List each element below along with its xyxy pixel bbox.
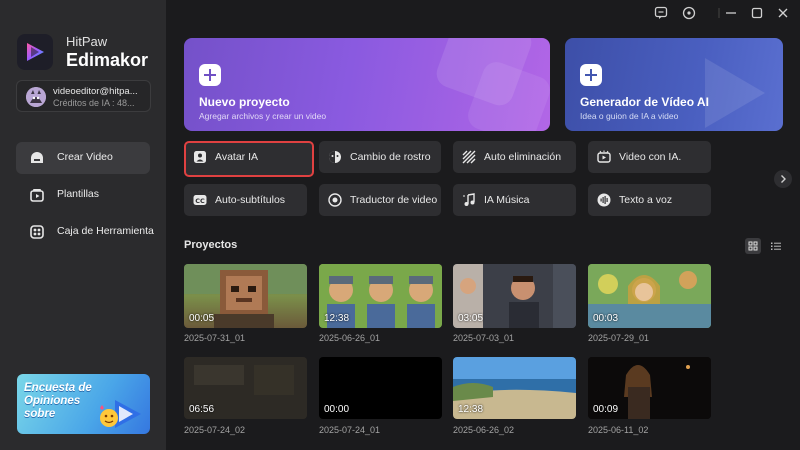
- scroll-right-button[interactable]: [774, 170, 792, 188]
- projects-title: Proyectos: [184, 239, 238, 251]
- create-video-icon: [31, 152, 43, 163]
- tool-video-translator[interactable]: Traductor de video: [319, 184, 441, 216]
- tool-face-swap[interactable]: Cambio de rostro: [319, 141, 441, 173]
- tool-label: Auto eliminación: [484, 151, 562, 163]
- tool-auto-remove[interactable]: Auto eliminación: [453, 141, 576, 173]
- project-duration: 06:56: [189, 404, 215, 415]
- play-shape-icon: [705, 58, 765, 128]
- project-duration: 03:05: [458, 313, 484, 324]
- avatar: [26, 87, 46, 107]
- project-date: 2025-06-11_02: [588, 425, 649, 435]
- tool-ai-video[interactable]: Video con IA.: [588, 141, 711, 173]
- tool-label: Cambio de rostro: [350, 151, 431, 163]
- add-icon: [199, 64, 221, 86]
- tool-label: IA Música: [484, 194, 530, 206]
- project-thumbnail[interactable]: 00:00: [319, 357, 442, 419]
- tool-ai-music[interactable]: IA Música: [453, 184, 576, 216]
- project-date: 2025-07-24_01: [319, 425, 381, 435]
- project-thumbnail[interactable]: 03:05: [453, 264, 576, 328]
- new-project-subtitle: Agregar archivos y crear un video: [199, 111, 327, 121]
- account-email: videoeditor@hitpa...: [53, 86, 138, 97]
- project-thumbnail[interactable]: 06:56: [184, 357, 307, 419]
- tool-auto-subtitles[interactable]: CC Auto-subtítulos: [184, 184, 307, 216]
- nav-label: Crear Video: [57, 151, 113, 163]
- cc-icon: CC: [193, 195, 207, 205]
- survey-banner[interactable]: Encuesta de Opiniones sobre: [17, 374, 150, 434]
- decorative-shape-icon: [436, 38, 550, 131]
- nav-item-templates[interactable]: Plantillas: [16, 179, 150, 211]
- project-duration: 00:09: [593, 404, 619, 415]
- project-duration: 12:38: [324, 313, 350, 324]
- toolbox-icon: [30, 225, 44, 239]
- nav-label: Caja de Herramienta: [57, 225, 154, 237]
- project-duration: 00:00: [324, 404, 350, 415]
- music-icon: [463, 193, 475, 206]
- project-thumbnail[interactable]: 12:38: [319, 264, 442, 328]
- auto-remove-icon: [462, 150, 476, 164]
- add-icon: [580, 64, 602, 86]
- project-thumbnail[interactable]: 00:09: [588, 357, 711, 419]
- face-swap-icon: [329, 151, 341, 163]
- project-date: 2025-06-26_01: [319, 333, 381, 343]
- brand-name-line1: HitPaw: [66, 34, 108, 49]
- nav-item-toolbox[interactable]: Caja de Herramienta: [16, 216, 154, 248]
- feedback-icon[interactable]: [654, 6, 668, 20]
- project-duration: 00:05: [189, 313, 215, 324]
- nav-label: Plantillas: [57, 188, 100, 200]
- project-thumbnail[interactable]: 00:03: [588, 264, 711, 328]
- project-thumbnail[interactable]: 12:38: [453, 357, 576, 419]
- templates-icon: [30, 189, 44, 202]
- list-view-button[interactable]: [768, 238, 784, 254]
- new-project-title: Nuevo proyecto: [199, 95, 290, 109]
- minimize-icon[interactable]: [724, 6, 738, 20]
- nav-item-create-video[interactable]: Crear Video: [16, 142, 150, 174]
- ai-video-generator-card[interactable]: Generador de Vídeo AI Idea o guion de IA…: [565, 38, 783, 131]
- sidebar: HitPaw Edimakor videoeditor@hitpa... Cré…: [0, 0, 166, 450]
- survey-text: Encuesta de Opiniones sobre: [24, 382, 92, 420]
- maximize-icon[interactable]: [750, 6, 764, 20]
- project-date: 2025-07-31_01: [184, 333, 246, 343]
- edimakor-logo-icon: [17, 34, 53, 70]
- tool-label: Video con IA.: [619, 151, 682, 163]
- survey-emoji-icon: [100, 400, 141, 428]
- ai-video-icon: [597, 150, 611, 163]
- tool-label: Avatar IA: [215, 151, 258, 163]
- tts-icon: [597, 193, 611, 207]
- grid-icon: [748, 241, 758, 251]
- chevron-right-icon: [781, 175, 786, 183]
- tool-avatar-ia[interactable]: Avatar IA: [184, 141, 314, 177]
- project-thumbnail[interactable]: 00:05: [184, 264, 307, 328]
- ai-generator-title: Generador de Vídeo AI: [580, 95, 709, 109]
- list-icon: [771, 242, 781, 250]
- project-date: 2025-06-26_02: [453, 425, 515, 435]
- brand-name-line2: Edimakor: [66, 50, 149, 70]
- close-icon[interactable]: [776, 6, 790, 20]
- tool-text-to-speech[interactable]: Texto a voz: [588, 184, 711, 216]
- avatar-icon: [194, 151, 206, 163]
- tool-label: Texto a voz: [619, 194, 673, 206]
- project-duration: 00:03: [593, 313, 619, 324]
- project-date: 2025-07-29_01: [588, 333, 650, 343]
- project-duration: 12:38: [458, 404, 484, 415]
- ai-generator-subtitle: Idea o guion de IA a video: [580, 111, 679, 121]
- grid-view-button[interactable]: [745, 238, 761, 254]
- settings-icon[interactable]: [682, 6, 696, 20]
- project-date: 2025-07-24_02: [184, 425, 246, 435]
- new-project-card[interactable]: Nuevo proyecto Agregar archivos y crear …: [184, 38, 550, 131]
- tool-label: Traductor de video: [350, 194, 438, 206]
- project-date: 2025-07-03_01: [453, 333, 515, 343]
- tool-label: Auto-subtítulos: [215, 194, 286, 206]
- account-credits: Créditos de IA : 48...: [53, 98, 135, 108]
- svg-text:CC: CC: [195, 197, 205, 205]
- account-panel[interactable]: videoeditor@hitpa... Créditos de IA : 48…: [16, 80, 151, 112]
- translate-icon: [328, 193, 342, 207]
